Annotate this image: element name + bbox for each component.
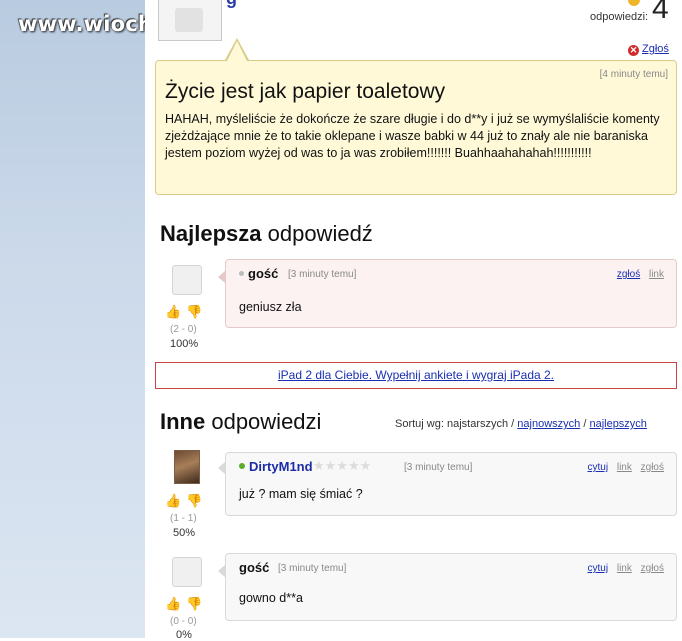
thumb-down-icon[interactable]: 👎 — [186, 304, 202, 320]
report-question-link[interactable]: ✕ Zgłoś — [628, 43, 669, 56]
answers-count: 4 — [652, 0, 669, 25]
answer-percent: 50% — [173, 527, 196, 539]
answer-author[interactable]: DirtyM1nd — [239, 459, 313, 474]
report-answer-link[interactable]: zgłoś — [641, 462, 664, 473]
answer-permalink[interactable]: link — [617, 462, 632, 473]
other-answers-heading: Inne odpowiedzi — [160, 409, 322, 434]
answer-score: (0 - 0) — [170, 616, 197, 627]
answer-box: gość [3 minuty temu] cytuj link zgłoś go… — [225, 553, 677, 621]
sort-label: Sortuj wg: najstarszych / — [395, 418, 515, 430]
question-author-name[interactable]: g — [226, 0, 237, 9]
answer-notch — [218, 565, 225, 577]
quote-answer-link[interactable]: cytuj — [588, 462, 609, 473]
rating-stars-icon: ★★★★★ — [313, 458, 372, 473]
thumb-up-icon[interactable]: 👍 — [165, 493, 181, 509]
answer-time: [3 minuty temu] — [278, 563, 347, 574]
best-answer-percent: 100% — [170, 338, 199, 350]
question-author-avatar[interactable] — [158, 0, 222, 41]
best-answer-box: gość [3 minuty temu] zgłoś link geniusz … — [225, 259, 677, 328]
online-status-icon — [239, 463, 245, 469]
sort-newest-link[interactable]: najnowszych — [517, 418, 580, 430]
sort-separator: / — [583, 418, 587, 430]
promo-link[interactable]: iPad 2 dla Ciebie. Wypełnij ankiete i wy… — [278, 368, 554, 382]
question-box: [4 minuty temu] Życie jest jak papier to… — [155, 60, 677, 195]
answers-count-label: odpowiedzi: — [590, 11, 649, 23]
best-answer-author: gość — [239, 266, 278, 281]
speech-bubble-tail-fill — [227, 41, 247, 61]
answer-time: [3 minuty temu] — [404, 462, 473, 473]
answer-score: (1 - 1) — [170, 513, 197, 524]
quote-answer-link[interactable]: cytuj — [588, 563, 609, 574]
report-answer-link[interactable]: zgłoś — [617, 269, 640, 280]
answer-links: cytuj link zgłoś — [582, 462, 665, 473]
answer-notch — [218, 271, 225, 283]
promo-banner: iPad 2 dla Ciebie. Wypełnij ankiete i wy… — [155, 362, 677, 389]
report-icon: ✕ — [628, 45, 639, 56]
best-answer-time: [3 minuty temu] — [288, 269, 357, 280]
answer-permalink[interactable]: link — [649, 269, 664, 280]
offline-status-icon — [239, 271, 244, 276]
best-answer-score: (2 - 0) — [170, 324, 197, 335]
answer-links: cytuj link zgłoś — [582, 563, 665, 574]
answer-text: już ? mam się śmiać ? — [239, 487, 363, 501]
sort-bar: Sortuj wg: najstarszych / najnowszych / … — [395, 418, 647, 430]
answer-percent: 0% — [176, 629, 192, 641]
question-body: HAHAH, myśleliście że dokończe że szare … — [165, 112, 660, 160]
answer-permalink[interactable]: link — [617, 563, 632, 574]
thumb-down-icon[interactable]: 👎 — [186, 596, 202, 612]
answer-notch — [218, 462, 225, 474]
answer-author-avatar[interactable] — [174, 450, 200, 484]
thumb-up-icon[interactable]: 👍 — [165, 304, 181, 320]
thumb-down-icon[interactable]: 👎 — [186, 493, 202, 509]
answer-box: DirtyM1nd ★★★★★ [3 minuty temu] cytuj li… — [225, 452, 677, 516]
best-answer-text: geniusz zła — [239, 300, 302, 314]
sort-best-link[interactable]: najlepszych — [589, 418, 646, 430]
answer-author: gość — [239, 560, 270, 575]
thumb-up-icon[interactable]: 👍 — [165, 596, 181, 612]
best-answer-heading: Najlepsza odpowiedź — [160, 221, 373, 246]
answer-author-avatar[interactable] — [172, 557, 202, 587]
best-answer-links: zgłoś link — [611, 269, 664, 280]
left-background-strip — [0, 0, 145, 638]
best-answer-avatar[interactable] — [172, 265, 202, 295]
question-title: Życie jest jak papier toaletowy — [165, 80, 446, 103]
answer-text: gowno d**a — [239, 591, 303, 605]
report-answer-link[interactable]: zgłoś — [641, 563, 664, 574]
question-time: [4 minuty temu] — [599, 69, 668, 80]
